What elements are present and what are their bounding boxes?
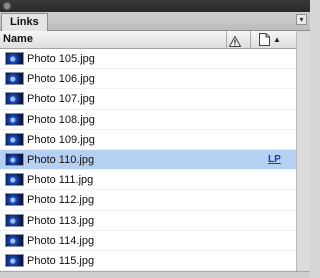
link-filename: Photo 109.jpg xyxy=(27,133,95,146)
panel-titlebar[interactable] xyxy=(0,0,310,12)
list-item[interactable]: Photo 110.jpg LP xyxy=(0,149,296,171)
link-filename: Photo 110.jpg xyxy=(27,153,95,166)
column-header: Name ▲ xyxy=(0,31,296,49)
link-filename: Photo 108.jpg xyxy=(27,113,95,126)
link-filename: Photo 113.jpg xyxy=(27,214,95,227)
link-filename: Photo 115.jpg xyxy=(27,254,95,267)
list-item[interactable]: Photo 106.jpg xyxy=(0,69,296,90)
image-thumbnail-icon xyxy=(5,253,24,267)
tab-links[interactable]: Links xyxy=(1,13,48,31)
tab-bar: Links ▾ xyxy=(0,12,310,31)
image-thumbnail-icon xyxy=(5,213,24,227)
scrollbar[interactable] xyxy=(296,31,310,271)
image-thumbnail-icon xyxy=(5,72,24,86)
image-thumbnail-icon xyxy=(5,132,24,146)
list-item[interactable]: Photo 114.jpg xyxy=(0,231,296,251)
link-filename: Photo 107.jpg xyxy=(27,93,95,106)
image-thumbnail-icon xyxy=(5,173,24,187)
image-thumbnail-icon xyxy=(5,233,24,247)
link-filename: Photo 106.jpg xyxy=(27,73,95,86)
link-filename: Photo 105.jpg xyxy=(27,53,95,65)
panel-footer xyxy=(0,271,310,278)
column-separator[interactable] xyxy=(250,31,251,48)
list-item[interactable]: Photo 108.jpg xyxy=(0,110,296,130)
image-thumbnail-icon xyxy=(5,193,24,207)
image-thumbnail-icon xyxy=(5,92,24,106)
column-header-name[interactable]: Name xyxy=(3,31,33,48)
list-item[interactable]: Photo 109.jpg xyxy=(0,130,296,150)
close-icon[interactable] xyxy=(3,2,11,10)
list-item[interactable]: Photo 115.jpg xyxy=(0,251,296,271)
image-thumbnail-icon xyxy=(5,112,24,126)
image-thumbnail-icon xyxy=(5,52,24,65)
list-item[interactable]: Photo 107.jpg xyxy=(0,89,296,110)
link-filename: Photo 114.jpg xyxy=(27,234,95,247)
link-filename: Photo 111.jpg xyxy=(27,174,94,187)
list-item[interactable]: Photo 112.jpg xyxy=(0,190,296,211)
column-separator[interactable] xyxy=(226,31,227,48)
sort-up-icon[interactable]: ▲ xyxy=(273,32,281,47)
panel-menu-icon[interactable]: ▾ xyxy=(296,14,307,25)
list-item[interactable]: Photo 111.jpg xyxy=(0,170,296,191)
image-thumbnail-icon xyxy=(5,152,24,166)
list-item[interactable]: Photo 113.jpg xyxy=(0,211,296,231)
list-item[interactable]: Photo 105.jpg xyxy=(0,49,296,70)
links-list: Photo 105.jpg Photo 106.jpg Photo 107.jp… xyxy=(0,49,296,271)
link-filename: Photo 112.jpg xyxy=(27,194,95,207)
link-page-status[interactable]: LP xyxy=(268,150,281,170)
